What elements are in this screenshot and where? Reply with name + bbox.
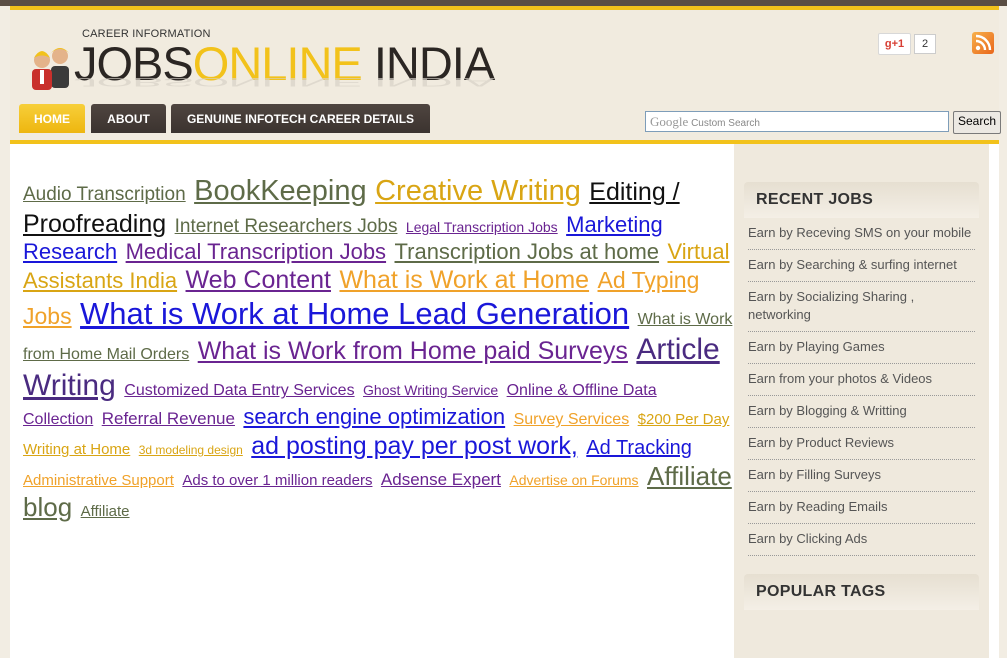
google-plus-button[interactable]: g+1 bbox=[878, 33, 911, 55]
tag-link[interactable]: BookKeeping bbox=[194, 175, 367, 207]
recent-job-link[interactable]: Earn by Reading Emails bbox=[748, 492, 975, 524]
tab-about[interactable]: ABOUT bbox=[91, 104, 166, 133]
tab-genuine-infotech-career-details[interactable]: GENUINE INFOTECH CAREER DETAILS bbox=[171, 104, 430, 133]
recent-jobs-title: RECENT JOBS bbox=[744, 182, 979, 218]
google-brand-label: Google bbox=[650, 114, 689, 129]
mascot-icon bbox=[32, 48, 70, 90]
tag-link[interactable]: Transcription Jobs at home bbox=[395, 239, 660, 264]
tag-link[interactable]: ad posting pay per post work, bbox=[251, 432, 578, 460]
tag-link[interactable]: What is Work at Home Lead Generation bbox=[80, 296, 629, 331]
tag-cloud: Audio Transcription BookKeeping Creative… bbox=[23, 174, 733, 523]
tag-link[interactable]: Survey Services bbox=[514, 411, 630, 428]
recent-job-link[interactable]: Earn by Clicking Ads bbox=[748, 524, 975, 556]
tag-link[interactable]: Affiliate bbox=[81, 503, 130, 520]
sidebar: RECENT JOBS Earn by Receving SMS on your… bbox=[734, 144, 989, 658]
search-placeholder: Google Custom Search bbox=[650, 114, 760, 131]
tag-link[interactable]: What is Work at Home bbox=[339, 266, 589, 294]
tag-link[interactable]: Administrative Support bbox=[23, 472, 174, 489]
tag-link[interactable]: 3d modeling design bbox=[139, 443, 243, 457]
tag-link[interactable]: Ghost Writing Service bbox=[363, 382, 498, 398]
search-input[interactable]: Google Custom Search bbox=[645, 111, 949, 132]
recent-job-link[interactable]: Earn by Searching & surfing internet bbox=[748, 250, 975, 282]
tag-link[interactable]: Internet Researchers Jobs bbox=[175, 216, 398, 237]
recent-job-link[interactable]: Earn from your photos & Videos bbox=[748, 364, 975, 396]
tag-link[interactable]: Referral Revenue bbox=[102, 409, 235, 428]
recent-job-link[interactable]: Earn by Receving SMS on your mobile bbox=[748, 218, 975, 250]
recent-job-link[interactable]: Earn by Socializing Sharing , networking bbox=[748, 282, 975, 332]
tag-link[interactable]: What is Work from Home paid Surveys bbox=[198, 337, 628, 365]
tag-link[interactable]: search engine optimization bbox=[243, 404, 505, 429]
tag-link[interactable]: Creative Writing bbox=[375, 175, 581, 207]
rss-icon[interactable] bbox=[972, 32, 994, 54]
recent-job-link[interactable]: Earn by Blogging & Writting bbox=[748, 396, 975, 428]
search-placeholder-text: Custom Search bbox=[691, 118, 760, 129]
recent-job-link[interactable]: Earn by Product Reviews bbox=[748, 428, 975, 460]
recent-job-link[interactable]: Earn by Playing Games bbox=[748, 332, 975, 364]
tag-link[interactable]: Legal Transcription Jobs bbox=[406, 219, 558, 235]
tag-link[interactable]: Audio Transcription bbox=[23, 184, 186, 205]
tab-home[interactable]: HOME bbox=[19, 104, 85, 133]
search-button[interactable]: Search bbox=[953, 111, 1001, 134]
tag-link[interactable]: Web Content bbox=[186, 266, 331, 294]
recent-jobs-list: Earn by Receving SMS on your mobile Earn … bbox=[748, 218, 975, 556]
recent-job-link[interactable]: Earn by Filling Surveys bbox=[748, 460, 975, 492]
logo-reflection: JOBSONLINE INDIA bbox=[74, 75, 495, 89]
google-plus-count: 2 bbox=[914, 34, 936, 54]
tag-link[interactable]: Advertise on Forums bbox=[509, 472, 638, 488]
popular-tags-title: POPULAR TAGS bbox=[744, 574, 979, 610]
tag-link[interactable]: Medical Transcription Jobs bbox=[126, 239, 386, 264]
tag-link[interactable]: Customized Data Entry Services bbox=[124, 382, 354, 399]
tag-link[interactable]: Adsense Expert bbox=[381, 470, 501, 489]
tag-link[interactable]: Ads to over 1 million readers bbox=[182, 472, 372, 489]
tag-link[interactable]: Ad Tracking bbox=[586, 437, 692, 459]
main-content: Audio Transcription BookKeeping Creative… bbox=[10, 140, 999, 658]
